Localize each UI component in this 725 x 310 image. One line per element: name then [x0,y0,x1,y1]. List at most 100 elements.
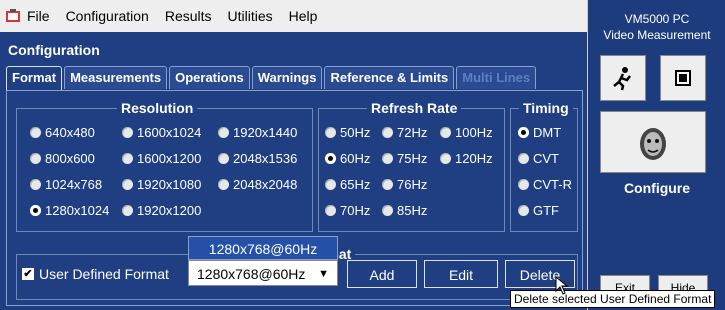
radio-dot-icon[interactable] [122,153,133,164]
radio-dot-icon[interactable] [122,205,133,216]
refresh-rate-legend: Refresh Rate [371,100,458,116]
menu-utilities[interactable]: Utilities [228,8,273,24]
radio-timing-dmt[interactable]: DMT [518,125,561,140]
radio-resolution-1920x1080[interactable]: 1920x1080 [122,177,201,192]
radio-dot-icon[interactable] [122,127,133,138]
radio-label: 65Hz [340,177,371,192]
radio-dot-icon[interactable] [218,127,229,138]
radio-dot-icon[interactable] [218,179,229,190]
radio-label: 50Hz [340,125,371,140]
radio-resolution-1600x1200[interactable]: 1600x1200 [122,151,201,166]
radio-refresh-76Hz[interactable]: 76Hz [382,177,427,192]
user-defined-checkbox[interactable]: ✔ User Defined Format [22,266,169,282]
radio-dot-icon[interactable] [518,179,529,190]
menu-file[interactable]: File [27,8,50,24]
radio-timing-cvt[interactable]: CVT [518,151,559,166]
radio-resolution-2048x1536[interactable]: 2048x1536 [218,151,297,166]
radio-label: 640x480 [45,125,95,140]
radio-resolution-800x600[interactable]: 800x600 [30,151,95,166]
radio-dot-icon[interactable] [440,127,451,138]
radio-dot-icon[interactable] [518,127,529,138]
radio-resolution-1600x1024[interactable]: 1600x1024 [122,125,201,140]
configure-label: Configure [623,180,691,196]
face-mask-icon [640,128,666,160]
radio-label: 2048x2048 [233,177,298,192]
radio-dot-icon[interactable] [382,127,393,138]
radio-dot-icon[interactable] [325,205,336,216]
radio-label: 1920x1080 [137,177,202,192]
stop-button[interactable] [660,55,706,101]
radio-dot-icon[interactable] [30,205,41,216]
mouse-cursor-icon [555,276,569,295]
radio-dot-icon[interactable] [122,179,133,190]
tab-reference-limits[interactable]: Reference & Limits [324,66,455,89]
radio-refresh-60Hz[interactable]: 60Hz [325,151,370,166]
radio-dot-icon[interactable] [218,153,229,164]
product-title: VM5000 PC Video Measurement [588,11,725,43]
menu-help[interactable]: Help [289,8,318,24]
radio-label: 1920x1200 [137,203,202,218]
app-icon [6,9,20,22]
menu-bar: File Configuration Results Utilities Hel… [0,0,587,32]
radio-label: 100Hz [455,125,493,140]
tab-measurements[interactable]: Measurements [64,66,168,89]
radio-dot-icon[interactable] [518,153,529,164]
radio-resolution-1920x1440[interactable]: 1920x1440 [218,125,297,140]
radio-dot-icon[interactable] [382,205,393,216]
configure-image-button[interactable] [600,111,706,173]
radio-label: 70Hz [340,203,371,218]
radio-resolution-640x480[interactable]: 640x480 [30,125,95,140]
radio-resolution-1024x768[interactable]: 1024x768 [30,177,102,192]
menu-configuration[interactable]: Configuration [66,8,149,24]
radio-label: GTF [533,203,559,218]
radio-dot-icon[interactable] [30,153,41,164]
tab-format[interactable]: Format [6,66,63,91]
radio-resolution-2048x2048[interactable]: 2048x2048 [218,177,297,192]
resolution-legend: Resolution [121,100,194,116]
running-man-icon [613,67,631,91]
product-title-line1: VM5000 PC [624,12,690,26]
menu-results[interactable]: Results [165,8,212,24]
radio-refresh-70Hz[interactable]: 70Hz [325,203,370,218]
radio-dot-icon[interactable] [30,127,41,138]
combo-popup-item[interactable]: 1280x768@60Hz [188,236,338,260]
radio-resolution-1280x1024[interactable]: 1280x1024 [30,203,109,218]
product-title-line2: Video Measurement [603,28,711,42]
tooltip: Delete selected User Defined Format [510,290,716,308]
radio-label: 1280x1024 [45,203,110,218]
main-window: File Configuration Results Utilities Hel… [0,0,587,310]
add-button[interactable]: Add [347,260,417,288]
radio-dot-icon[interactable] [325,179,336,190]
radio-timing-cvt-r[interactable]: CVT-R [518,177,572,192]
format-combo[interactable]: 1280x768@60Hz ▼ [188,260,338,286]
radio-refresh-120Hz[interactable]: 120Hz [440,151,493,166]
radio-label: 75Hz [397,151,428,166]
radio-dot-icon[interactable] [440,153,451,164]
radio-timing-gtf[interactable]: GTF [518,203,559,218]
radio-refresh-65Hz[interactable]: 65Hz [325,177,370,192]
radio-dot-icon[interactable] [30,179,41,190]
radio-refresh-72Hz[interactable]: 72Hz [382,125,427,140]
page-title: Configuration [8,42,100,58]
radio-dot-icon[interactable] [382,153,393,164]
dropdown-arrow-icon[interactable]: ▼ [318,261,329,287]
radio-label: DMT [533,125,562,140]
tab-warnings[interactable]: Warnings [251,66,323,89]
radio-refresh-50Hz[interactable]: 50Hz [325,125,370,140]
checkbox-check-icon[interactable]: ✔ [22,268,34,280]
radio-refresh-85Hz[interactable]: 85Hz [382,203,427,218]
stop-icon [675,70,691,86]
radio-dot-icon[interactable] [325,127,336,138]
edit-button[interactable]: Edit [424,260,498,288]
radio-resolution-1920x1200[interactable]: 1920x1200 [122,203,201,218]
tab-operations[interactable]: Operations [169,66,250,89]
radio-dot-icon[interactable] [382,179,393,190]
user-defined-label: User Defined Format [39,266,169,282]
radio-dot-icon[interactable] [518,205,529,216]
format-combo-value: 1280x768@60Hz [197,266,306,282]
radio-label: 60Hz [340,151,371,166]
radio-refresh-75Hz[interactable]: 75Hz [382,151,427,166]
run-button[interactable] [600,55,646,101]
radio-dot-icon[interactable] [325,153,336,164]
radio-refresh-100Hz[interactable]: 100Hz [440,125,493,140]
